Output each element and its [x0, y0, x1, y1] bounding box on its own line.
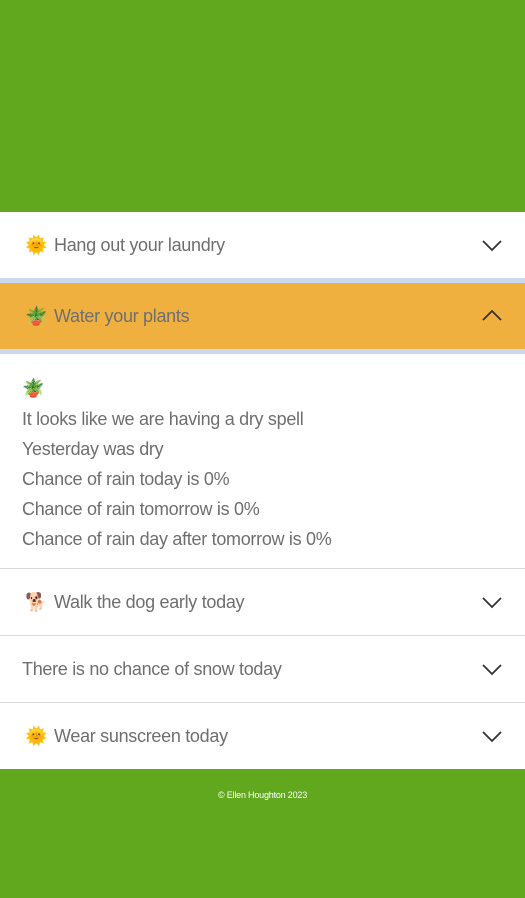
accordion-item-water-plants[interactable]: 🪴 Water your plants: [0, 283, 525, 349]
chevron-up-icon[interactable]: [481, 305, 503, 327]
accordion-item-label: Wear sunscreen today: [54, 725, 228, 746]
accordion-item-sunscreen[interactable]: 🌞 Wear sunscreen today: [0, 703, 525, 769]
copyright-text: © Ellen Houghton 2023: [218, 790, 307, 800]
panel-text-line: Chance of rain day after tomorrow is 0%: [22, 529, 332, 549]
accordion-item-walk-dog[interactable]: 🐕 Walk the dog early today: [0, 569, 525, 635]
accordion-item-label: Walk the dog early today: [54, 591, 245, 612]
top-banner: [0, 0, 525, 212]
dog-icon: 🐕: [25, 591, 48, 613]
panel-text-line: Yesterday was dry: [22, 439, 164, 459]
chevron-down-icon[interactable]: [481, 658, 503, 680]
potted-plant-icon: 🪴: [22, 378, 45, 399]
chevron-down-icon[interactable]: [481, 234, 503, 256]
accordion-item-laundry[interactable]: 🌞 Hang out your laundry: [0, 212, 525, 278]
panel-text-line: Chance of rain tomorrow is 0%: [22, 499, 260, 519]
chevron-down-icon[interactable]: [481, 725, 503, 747]
chevron-down-icon[interactable]: [481, 591, 503, 613]
footer: © Ellen Houghton 2023: [0, 769, 525, 898]
accordion-item-snow[interactable]: There is no chance of snow today: [0, 636, 525, 702]
accordion-item-label: Hang out your laundry: [54, 234, 225, 255]
sun-icon: 🌞: [25, 725, 48, 747]
panel-text-line: Chance of rain today is 0%: [22, 469, 230, 489]
accordion-panel-water-plants: 🪴 It looks like we are having a dry spel…: [0, 354, 525, 568]
accordion-item-label: There is no chance of snow today: [22, 658, 282, 679]
sun-icon: 🌞: [25, 234, 48, 256]
activity-accordion: 🌞 Hang out your laundry 🪴 Water your pla…: [0, 212, 525, 769]
panel-text-line: It looks like we are having a dry spell: [22, 409, 304, 429]
accordion-item-label: Water your plants: [54, 305, 190, 326]
potted-plant-icon: 🪴: [25, 305, 48, 327]
